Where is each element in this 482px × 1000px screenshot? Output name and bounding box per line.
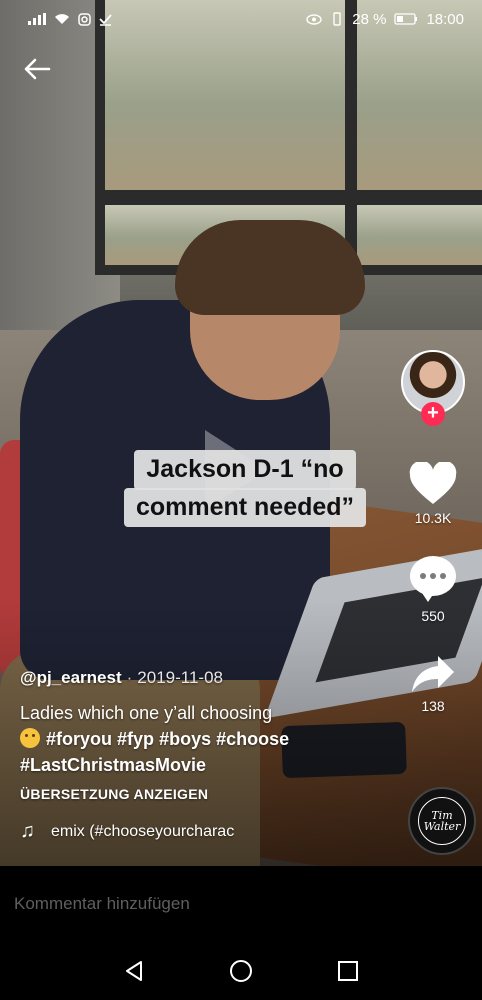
comment-icon — [410, 556, 456, 602]
description-text: Ladies which one y’all choosing — [20, 703, 273, 723]
hashtag-boys[interactable]: #boys — [159, 729, 211, 749]
comment-input[interactable]: Kommentar hinzufügen — [14, 894, 190, 914]
comment-bar: Kommentar hinzufügen — [0, 866, 482, 942]
triangle-back-icon — [125, 961, 142, 981]
status-right: 28 % 18:00 — [306, 11, 464, 28]
vibrate-icon — [333, 12, 341, 26]
hashtag-foryou[interactable]: #foryou — [46, 729, 112, 749]
music-disc-logo: Tim Walter — [418, 797, 466, 845]
status-bar: 28 % 18:00 — [0, 0, 482, 38]
instagram-icon — [78, 12, 91, 26]
music-row[interactable]: ♫ emix (#chooseyourcharac — [20, 820, 290, 843]
overlay-line-2: comment needed” — [123, 487, 367, 527]
author-username[interactable]: @pj_earnest — [20, 668, 122, 688]
comment-button[interactable]: 550 — [410, 556, 456, 624]
hashtag-fyp[interactable]: #fyp — [117, 729, 154, 749]
nav-home-button[interactable] — [221, 951, 261, 991]
follow-plus-button[interactable]: + — [421, 402, 445, 426]
status-left — [28, 12, 112, 26]
eye-icon — [306, 13, 322, 25]
music-disc[interactable]: Tim Walter — [408, 787, 476, 855]
post-info: @pj_earnest · 2019-11-08 Ladies which on… — [20, 668, 380, 843]
hashtag-choose[interactable]: #choose — [216, 729, 289, 749]
battery-icon — [394, 13, 418, 25]
action-rail: + 10.3K 550 138 — [384, 350, 482, 714]
hashtag-lastchristmasmovie[interactable]: #LastChristmasMovie — [20, 755, 206, 775]
back-button[interactable] — [18, 50, 56, 88]
comment-count: 550 — [421, 608, 445, 624]
download-check-icon — [99, 13, 112, 26]
thinking-face-emoji — [20, 728, 40, 748]
wifi-icon — [55, 14, 69, 24]
share-button[interactable]: 138 — [410, 654, 456, 714]
creator-avatar-wrap: + — [401, 350, 465, 426]
battery-percent: 28 % — [352, 10, 387, 28]
post-description: Ladies which one y’all choosing #foryou … — [20, 700, 380, 778]
share-count: 138 — [421, 698, 445, 714]
square-recents-icon — [338, 961, 359, 981]
heart-icon — [409, 462, 457, 504]
post-date: 2019-11-08 — [137, 668, 223, 687]
system-nav-bar — [0, 942, 482, 1000]
overlay-line-1: Jackson D-1 “no — [134, 450, 356, 490]
person-hair — [175, 220, 365, 315]
music-note-icon: ♫ — [20, 820, 35, 842]
nav-back-button[interactable] — [114, 951, 154, 991]
share-arrow-icon — [412, 656, 454, 692]
circle-home-icon — [229, 960, 252, 982]
like-count: 10.3K — [414, 510, 452, 526]
translate-button[interactable]: ÜBERSETZUNG ANZEIGEN — [20, 786, 380, 802]
arrow-left-icon — [24, 58, 51, 80]
author-row: @pj_earnest · 2019-11-08 — [20, 668, 380, 688]
clock: 18:00 — [426, 10, 464, 28]
music-title[interactable]: emix (#chooseyourcharac — [51, 823, 234, 841]
signal-icon — [28, 13, 46, 25]
nav-recents-button[interactable] — [328, 951, 368, 991]
author-separator: · — [126, 668, 133, 687]
video-text-overlay: Jackson D-1 “no comment needed” — [113, 450, 377, 527]
like-button[interactable]: 10.3K — [408, 462, 458, 526]
